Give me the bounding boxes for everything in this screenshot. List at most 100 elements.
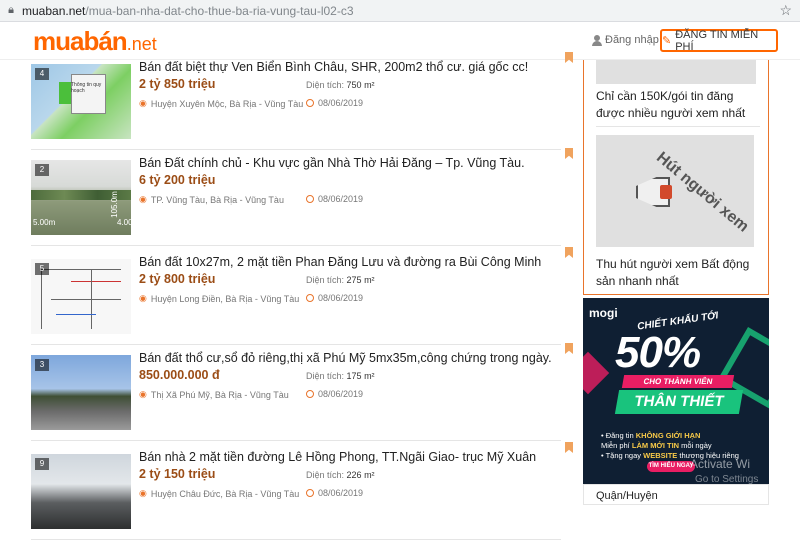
megaphone-handle bbox=[660, 185, 672, 199]
windows-activate-watermark: Activate Wi bbox=[690, 457, 751, 471]
listing-title[interactable]: Bán đất 10x27m, 2 mặt tiền Phan Đăng Lưu… bbox=[139, 255, 541, 269]
area-label: Diện tích: bbox=[306, 275, 345, 285]
post-free-button[interactable]: ✎ ĐĂNG TIN MIỄN PHÍ bbox=[660, 28, 778, 53]
thumb-dimension: 105.0m bbox=[109, 191, 119, 218]
benefit-highlight: LÀM MỚI TIN bbox=[631, 441, 680, 450]
listing-thumbnail[interactable]: 5.00m 105.0m 4.00 2 bbox=[31, 160, 131, 235]
benefit-text: • Đăng tin bbox=[601, 431, 636, 440]
listing-date: 08/06/2019 bbox=[306, 98, 363, 108]
listing-date: 08/06/2019 bbox=[306, 488, 363, 498]
benefit-text: Miễn phí bbox=[601, 441, 632, 450]
location-text: Thị Xã Phú Mỹ, Bà Rịa - Vũng Tàu bbox=[150, 389, 289, 400]
location-text: TP. Vũng Tàu, Bà Rịa - Vũng Tàu bbox=[150, 194, 284, 205]
area-value: 750 m² bbox=[346, 80, 375, 90]
listing-area: Diện tích: 175 m² bbox=[306, 371, 375, 381]
district-filter-heading[interactable]: Quận/Huyện bbox=[583, 484, 769, 505]
image-count-badge: 5 bbox=[35, 263, 49, 275]
banner-decoration bbox=[583, 351, 610, 395]
benefit-highlight: KHÔNG GIỚI HẠN bbox=[635, 431, 701, 440]
listing-thumbnail[interactable]: 9 bbox=[31, 454, 131, 529]
listing-location: ◉ Huyện Xuyên Mộc, Bà Rịa - Vũng Tàu bbox=[139, 98, 303, 109]
benefit-text: mỗi ngày bbox=[679, 441, 712, 450]
listing-item[interactable]: Thông tin quy hoạch 4 Bán đất biệt thự V… bbox=[31, 52, 573, 150]
bookmark-icon[interactable] bbox=[565, 247, 573, 258]
promo2-text[interactable]: Thu hút người xem Bất động sản nhanh nhấ… bbox=[596, 256, 762, 290]
area-value: 226 m² bbox=[346, 470, 375, 480]
bookmark-icon[interactable] bbox=[565, 442, 573, 453]
location-pin-icon: ◉ bbox=[139, 194, 147, 204]
date-text: 08/06/2019 bbox=[318, 488, 364, 498]
area-label: Diện tích: bbox=[306, 470, 345, 480]
listing-item[interactable]: 3 Bán đất thổ cư,sổ đỏ riêng,thị xã Phú … bbox=[31, 343, 573, 441]
listing-item[interactable]: 5 Bán đất 10x27m, 2 mặt tiền Phan Đăng L… bbox=[31, 247, 573, 345]
location-pin-icon: ◉ bbox=[139, 488, 147, 498]
listing-area: Diện tích: 275 m² bbox=[306, 275, 375, 285]
listing-title[interactable]: Bán đất thổ cư,sổ đỏ riêng,thị xã Phú Mỹ… bbox=[139, 351, 552, 365]
lock-icon: 🔒︎ bbox=[8, 4, 14, 16]
thumb-caption: Thông tin quy hoạch bbox=[71, 82, 102, 94]
listing-title[interactable]: Bán đất biệt thự Ven Biển Bình Châu, SHR… bbox=[139, 60, 528, 74]
thumb-dimension: 4.00 bbox=[117, 218, 131, 227]
clock-icon bbox=[306, 390, 314, 398]
image-count-badge: 2 bbox=[35, 164, 49, 176]
listing-location: ◉ TP. Vũng Tàu, Bà Rịa - Vũng Tàu bbox=[139, 194, 284, 205]
listing-price: 2 tỷ 150 triệu bbox=[139, 467, 216, 481]
listing-thumbnail[interactable]: 5 bbox=[31, 259, 131, 334]
listing-title[interactable]: Bán Đất chính chủ - Khu vực gần Nhà Thờ … bbox=[139, 156, 525, 170]
user-icon bbox=[592, 34, 602, 46]
login-link[interactable]: Đăng nhập bbox=[592, 34, 659, 46]
listing-item[interactable]: 9 Bán nhà 2 mặt tiền đường Lê Hồng Phong… bbox=[31, 442, 573, 540]
banner-for-members: CHO THÀNH VIÊN bbox=[621, 375, 735, 388]
listing-price: 2 tỷ 850 triệu bbox=[139, 77, 216, 91]
url-host: muaban.net bbox=[22, 3, 86, 18]
logo-main-text: muabán bbox=[33, 26, 128, 56]
listing-item[interactable]: 5.00m 105.0m 4.00 2 Bán Đất chính chủ - … bbox=[31, 148, 573, 246]
benefit-text: • Tặng ngay bbox=[601, 451, 644, 460]
banner-member-type: THÂN THIẾT bbox=[614, 390, 744, 414]
listing-location: ◉ Huyện Long Điền, Bà Rịa - Vũng Tàu bbox=[139, 293, 299, 304]
promo1-text[interactable]: Chỉ cần 150K/gói tin đăng được nhiều ngư… bbox=[596, 88, 762, 122]
site-header: muabán.net Đăng nhập ✎ ĐĂNG TIN MIỄN PHÍ bbox=[0, 22, 800, 60]
listing-title[interactable]: Bán nhà 2 mặt tiền đường Lê Hồng Phong, … bbox=[139, 450, 536, 464]
area-value: 175 m² bbox=[346, 371, 375, 381]
date-text: 08/06/2019 bbox=[318, 293, 364, 303]
mogi-logo: mogi bbox=[589, 306, 618, 320]
bookmark-icon[interactable] bbox=[565, 343, 573, 354]
bookmark-icon[interactable] bbox=[565, 52, 573, 63]
location-text: Huyện Châu Đức, Bà Rịa - Vũng Tàu bbox=[150, 488, 300, 499]
listing-price: 6 tỷ 200 triệu bbox=[139, 173, 216, 187]
clock-icon bbox=[306, 195, 314, 203]
image-count-badge: 4 bbox=[35, 68, 49, 80]
clock-icon bbox=[306, 294, 314, 302]
site-logo[interactable]: muabán.net bbox=[33, 26, 157, 57]
location-pin-icon: ◉ bbox=[139, 98, 147, 108]
image-count-badge: 3 bbox=[35, 359, 49, 371]
area-label: Diện tích: bbox=[306, 371, 345, 381]
listing-thumbnail[interactable]: Thông tin quy hoạch 4 bbox=[31, 64, 131, 139]
browser-address-bar[interactable]: 🔒︎ muaban.net /mua-ban-nha-dat-cho-thue-… bbox=[0, 0, 800, 22]
date-text: 08/06/2019 bbox=[318, 389, 364, 399]
promo-image-top[interactable] bbox=[596, 60, 756, 84]
listing-location: ◉ Huyện Châu Đức, Bà Rịa - Vũng Tàu bbox=[139, 488, 299, 499]
listing-location: ◉ Thị Xã Phú Mỹ, Bà Rịa - Vũng Tàu bbox=[139, 389, 289, 400]
listing-area: Diện tích: 750 m² bbox=[306, 80, 375, 90]
listing-price: 2 tỷ 800 triệu bbox=[139, 272, 216, 286]
date-text: 08/06/2019 bbox=[318, 194, 364, 204]
date-text: 08/06/2019 bbox=[318, 98, 364, 108]
benefit-highlight: WEBSITE bbox=[643, 451, 678, 460]
post-button-label: ĐĂNG TIN MIỄN PHÍ bbox=[675, 28, 759, 53]
divider bbox=[596, 126, 760, 127]
url-path: /mua-ban-nha-dat-cho-thue-ba-ria-vung-ta… bbox=[85, 3, 354, 18]
location-text: Huyện Long Điền, Bà Rịa - Vũng Tàu bbox=[150, 293, 300, 304]
location-pin-icon: ◉ bbox=[139, 293, 147, 303]
star-icon[interactable]: ☆ bbox=[779, 2, 792, 19]
clock-icon bbox=[306, 489, 314, 497]
listing-thumbnail[interactable]: 3 bbox=[31, 355, 131, 430]
area-value: 275 m² bbox=[346, 275, 375, 285]
bookmark-icon[interactable] bbox=[565, 148, 573, 159]
listing-price: 850.000.000 đ bbox=[139, 368, 220, 382]
location-text: Huyện Xuyên Mộc, Bà Rịa - Vũng Tàu bbox=[150, 98, 304, 109]
banner-cta-button[interactable]: TÌM HIỂU NGAY bbox=[647, 461, 695, 472]
thumb-dimension: 5.00m bbox=[33, 218, 56, 227]
promo2-image[interactable]: Hút người xem bbox=[596, 135, 754, 247]
